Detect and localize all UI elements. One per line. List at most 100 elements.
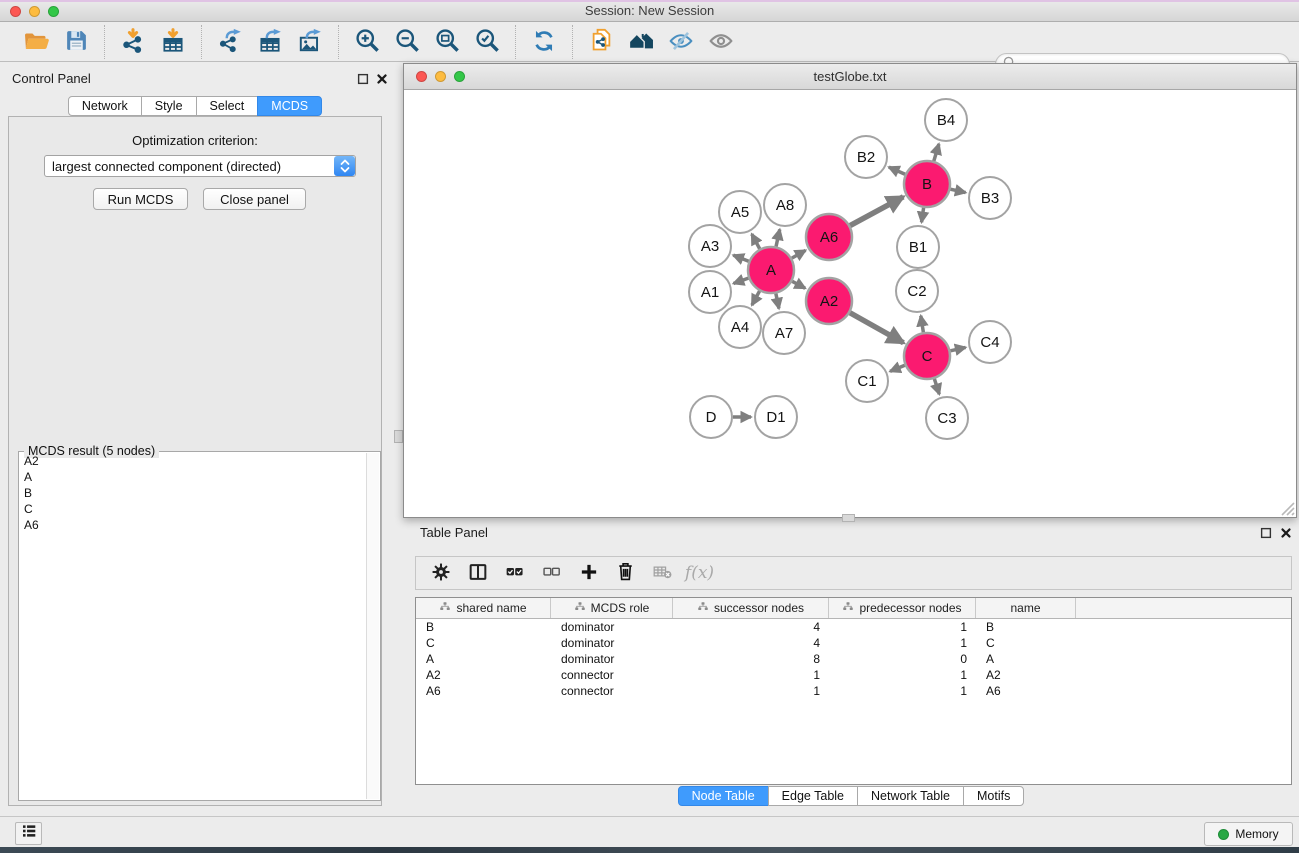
graph-edge-B-B1[interactable] bbox=[922, 208, 924, 222]
table-row[interactable]: Bdominator41B bbox=[416, 619, 1291, 635]
table-row[interactable]: A2connector11A2 bbox=[416, 667, 1291, 683]
save-button[interactable] bbox=[56, 25, 96, 59]
network-canvas[interactable]: B4B2BB3A5A8A6A3B1AA1C2A2A4A7C4CC1C3DD1 bbox=[404, 90, 1296, 517]
run-mcds-button[interactable]: Run MCDS bbox=[93, 188, 188, 210]
clone-network-button[interactable] bbox=[581, 25, 621, 59]
graph-node-A8[interactable]: A8 bbox=[764, 184, 806, 226]
refresh-button[interactable] bbox=[524, 25, 564, 59]
table-cell[interactable]: A2 bbox=[976, 668, 1076, 682]
graph-node-B3[interactable]: B3 bbox=[969, 177, 1011, 219]
graph-edge-A-A8[interactable] bbox=[776, 229, 780, 246]
graph-edge-A-A2[interactable] bbox=[792, 281, 805, 288]
home-button[interactable] bbox=[621, 25, 661, 59]
table-cell[interactable]: 1 bbox=[829, 684, 976, 698]
table-cell[interactable]: 1 bbox=[829, 668, 976, 682]
float-table-panel-icon[interactable] bbox=[1258, 525, 1274, 541]
export-image-button[interactable] bbox=[290, 25, 330, 59]
table-cell[interactable]: dominator bbox=[551, 620, 673, 634]
resize-grip-icon[interactable] bbox=[1277, 498, 1295, 516]
zoom-fit-button[interactable] bbox=[427, 25, 467, 59]
tab-network[interactable]: Network bbox=[68, 96, 142, 116]
table-cell[interactable]: 1 bbox=[829, 620, 976, 634]
table-cell[interactable]: B bbox=[416, 620, 551, 634]
select-all-checks-button[interactable] bbox=[496, 558, 533, 588]
table-cell[interactable]: 1 bbox=[673, 668, 829, 682]
graph-node-B1[interactable]: B1 bbox=[897, 226, 939, 268]
tab-motifs[interactable]: Motifs bbox=[963, 786, 1024, 806]
column-header-MCDS-role[interactable]: MCDS role bbox=[551, 598, 673, 618]
zoom-out-button[interactable] bbox=[387, 25, 427, 59]
column-header-successor-nodes[interactable]: successor nodes bbox=[673, 598, 829, 618]
import-network-button[interactable] bbox=[113, 25, 153, 59]
tab-style[interactable]: Style bbox=[141, 96, 197, 116]
graph-edge-B-B2[interactable] bbox=[889, 167, 905, 174]
table-cell[interactable]: 4 bbox=[673, 620, 829, 634]
table-row[interactable]: Adominator80A bbox=[416, 651, 1291, 667]
graph-edge-A6-B[interactable] bbox=[850, 197, 903, 226]
graph-node-C4[interactable]: C4 bbox=[969, 321, 1011, 363]
zoom-selected-button[interactable] bbox=[467, 25, 507, 59]
graph-edge-C-C3[interactable] bbox=[934, 379, 939, 394]
mcds-result-list[interactable]: A2ABCA6 bbox=[20, 453, 366, 799]
table-cell[interactable]: 8 bbox=[673, 652, 829, 666]
table-body[interactable]: Bdominator41BCdominator41CAdominator80AA… bbox=[416, 619, 1291, 699]
table-cell[interactable]: 0 bbox=[829, 652, 976, 666]
tab-node-table[interactable]: Node Table bbox=[678, 786, 769, 806]
graph-node-C1[interactable]: C1 bbox=[846, 360, 888, 402]
table-cell[interactable]: B bbox=[976, 620, 1076, 634]
graph-node-D1[interactable]: D1 bbox=[755, 396, 797, 438]
clear-checks-button[interactable] bbox=[533, 558, 570, 588]
graph-node-A5[interactable]: A5 bbox=[719, 191, 761, 233]
node-table[interactable]: shared nameMCDS rolesuccessor nodesprede… bbox=[415, 597, 1292, 785]
export-network-button[interactable] bbox=[210, 25, 250, 59]
delete-column-button[interactable] bbox=[607, 558, 644, 588]
float-panel-icon[interactable] bbox=[355, 71, 371, 87]
close-table-panel-icon[interactable] bbox=[1278, 525, 1294, 541]
graph-edge-A2-C[interactable] bbox=[850, 313, 904, 343]
graph-node-A1[interactable]: A1 bbox=[689, 271, 731, 313]
graph-edge-A-A3[interactable] bbox=[733, 255, 748, 261]
table-cell[interactable]: A2 bbox=[416, 668, 551, 682]
graph-node-A6[interactable]: A6 bbox=[806, 214, 852, 260]
graph-edge-A-A1[interactable] bbox=[734, 278, 749, 283]
graph-edge-C-C4[interactable] bbox=[950, 347, 965, 350]
graph-edge-B-B3[interactable] bbox=[950, 189, 965, 192]
table-cell[interactable]: 4 bbox=[673, 636, 829, 650]
mcds-result-item[interactable]: A6 bbox=[20, 517, 366, 533]
memory-button[interactable]: Memory bbox=[1204, 822, 1293, 846]
graph-edge-A-A5[interactable] bbox=[752, 234, 760, 249]
graph-node-A2[interactable]: A2 bbox=[806, 278, 852, 324]
graph-edge-C-C1[interactable] bbox=[890, 365, 905, 371]
mcds-result-scrollbar[interactable] bbox=[366, 453, 379, 799]
export-table-button[interactable] bbox=[250, 25, 290, 59]
graph-node-B[interactable]: B bbox=[904, 161, 950, 207]
graph-node-B2[interactable]: B2 bbox=[845, 136, 887, 178]
table-cell[interactable]: connector bbox=[551, 668, 673, 682]
graph-edge-B-B4[interactable] bbox=[934, 144, 939, 161]
graph-edge-A-A6[interactable] bbox=[792, 250, 806, 258]
mcds-result-item[interactable]: B bbox=[20, 485, 366, 501]
add-column-button[interactable] bbox=[570, 558, 607, 588]
network-window-titlebar[interactable]: testGlobe.txt bbox=[404, 64, 1296, 90]
splitter-handle-bottom[interactable] bbox=[842, 514, 855, 522]
close-panel-button[interactable]: Close panel bbox=[203, 188, 306, 210]
graph-node-A4[interactable]: A4 bbox=[719, 306, 761, 348]
splitter-handle[interactable] bbox=[394, 430, 403, 443]
table-cell[interactable]: A bbox=[976, 652, 1076, 666]
mcds-result-item[interactable]: A bbox=[20, 469, 366, 485]
table-cell[interactable]: C bbox=[976, 636, 1076, 650]
graph-edge-A-A4[interactable] bbox=[752, 291, 760, 305]
table-cell[interactable]: dominator bbox=[551, 636, 673, 650]
hide-details-button[interactable] bbox=[661, 25, 701, 59]
table-header-row[interactable]: shared nameMCDS rolesuccessor nodesprede… bbox=[416, 598, 1291, 619]
mcds-result-item[interactable]: C bbox=[20, 501, 366, 517]
table-cell[interactable]: dominator bbox=[551, 652, 673, 666]
import-table-button[interactable] bbox=[153, 25, 193, 59]
zoom-in-button[interactable] bbox=[347, 25, 387, 59]
column-header-predecessor-nodes[interactable]: predecessor nodes bbox=[829, 598, 976, 618]
task-history-button[interactable] bbox=[15, 822, 42, 845]
table-cell[interactable]: A bbox=[416, 652, 551, 666]
graph-edge-C-C2[interactable] bbox=[921, 316, 924, 333]
show-details-button[interactable] bbox=[701, 25, 741, 59]
tab-edge-table[interactable]: Edge Table bbox=[768, 786, 858, 806]
